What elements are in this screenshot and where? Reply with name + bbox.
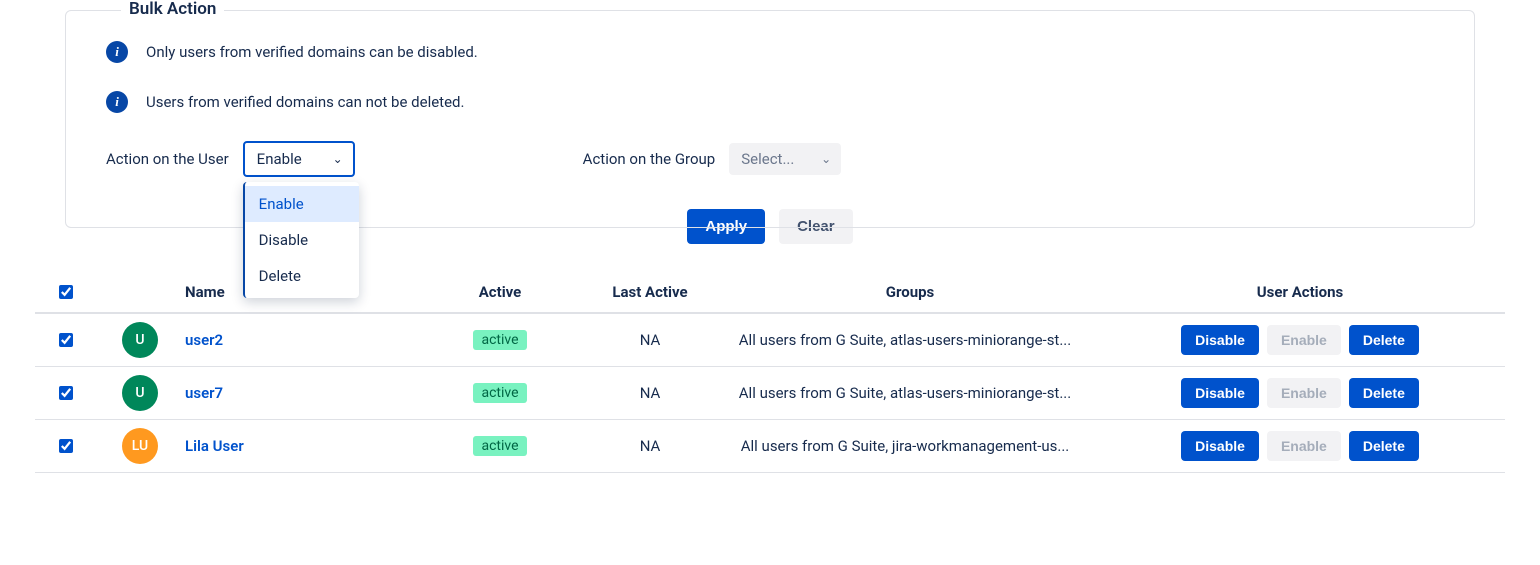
last-active-value: NA xyxy=(575,437,725,455)
dropdown-item-disable[interactable]: Disable xyxy=(245,222,359,258)
row-checkbox[interactable] xyxy=(59,386,73,400)
disable-button[interactable]: Disable xyxy=(1181,431,1259,461)
dropdown-item-delete[interactable]: Delete xyxy=(245,258,359,294)
table-row: U user2 active NA All users from G Suite… xyxy=(35,314,1505,367)
info-icon: i xyxy=(106,91,128,113)
group-action-select-wrap: Select... ⌄ xyxy=(729,143,841,175)
group-action-select[interactable]: Select... ⌄ xyxy=(729,143,841,175)
groups-value: All users from G Suite, jira-workmanagem… xyxy=(725,437,1095,455)
col-groups: Groups xyxy=(725,283,1095,301)
delete-button[interactable]: Delete xyxy=(1349,325,1419,355)
enable-button[interactable]: Enable xyxy=(1267,378,1341,408)
groups-value: All users from G Suite, atlas-users-mini… xyxy=(725,384,1095,402)
avatar: U xyxy=(122,322,158,358)
info-icon: i xyxy=(106,41,128,63)
status-badge: active xyxy=(473,330,526,350)
disable-button[interactable]: Disable xyxy=(1181,325,1259,355)
select-all-checkbox[interactable] xyxy=(59,285,73,299)
status-badge: active xyxy=(473,436,526,456)
dropdown-item-enable[interactable]: Enable xyxy=(245,186,359,222)
row-checkbox[interactable] xyxy=(59,333,73,347)
enable-button[interactable]: Enable xyxy=(1267,325,1341,355)
delete-button[interactable]: Delete xyxy=(1349,431,1419,461)
user-action-select-wrap: Enable ⌄ Enable Disable Delete xyxy=(243,141,355,177)
col-user-actions: User Actions xyxy=(1095,283,1505,301)
avatar: U xyxy=(122,375,158,411)
delete-button[interactable]: Delete xyxy=(1349,378,1419,408)
bulk-action-panel: Bulk Action i Only users from verified d… xyxy=(65,10,1475,228)
info-row-1: i Only users from verified domains can b… xyxy=(106,41,1434,63)
user-action-dropdown: Enable Disable Delete xyxy=(243,182,359,298)
table-row: U user7 active NA All users from G Suite… xyxy=(35,367,1505,420)
row-actions: Disable Enable Delete xyxy=(1095,431,1505,461)
row-actions: Disable Enable Delete xyxy=(1095,325,1505,355)
chevron-down-icon: ⌄ xyxy=(821,152,831,166)
user-name-link[interactable]: user7 xyxy=(185,384,223,402)
groups-value: All users from G Suite, atlas-users-mini… xyxy=(725,331,1095,349)
actions-row: Action on the User Enable ⌄ Enable Disab… xyxy=(106,141,1434,177)
last-active-value: NA xyxy=(575,384,725,402)
row-actions: Disable Enable Delete xyxy=(1095,378,1505,408)
group-action-select-value: Select... xyxy=(741,150,794,168)
disable-button[interactable]: Disable xyxy=(1181,378,1259,408)
user-action-select[interactable]: Enable ⌄ xyxy=(243,141,355,177)
user-action-select-value: Enable xyxy=(257,150,302,168)
row-checkbox[interactable] xyxy=(59,439,73,453)
bulk-action-legend: Bulk Action xyxy=(121,0,224,19)
enable-button[interactable]: Enable xyxy=(1267,431,1341,461)
table-row: LU Lila User active NA All users from G … xyxy=(35,420,1505,473)
last-active-value: NA xyxy=(575,331,725,349)
user-name-link[interactable]: user2 xyxy=(185,331,223,349)
avatar: LU xyxy=(122,428,158,464)
chevron-down-icon: ⌄ xyxy=(333,152,343,166)
col-active: Active xyxy=(425,283,575,301)
col-last-active: Last Active xyxy=(575,283,725,301)
user-name-link[interactable]: Lila User xyxy=(185,437,244,455)
info-row-2: i Users from verified domains can not be… xyxy=(106,91,1434,113)
info-text: Users from verified domains can not be d… xyxy=(146,93,464,111)
user-action-label: Action on the User xyxy=(106,150,229,168)
group-action-label: Action on the Group xyxy=(583,150,716,168)
info-text: Only users from verified domains can be … xyxy=(146,43,478,61)
users-table: Name Active Last Active Groups User Acti… xyxy=(35,274,1505,473)
status-badge: active xyxy=(473,383,526,403)
